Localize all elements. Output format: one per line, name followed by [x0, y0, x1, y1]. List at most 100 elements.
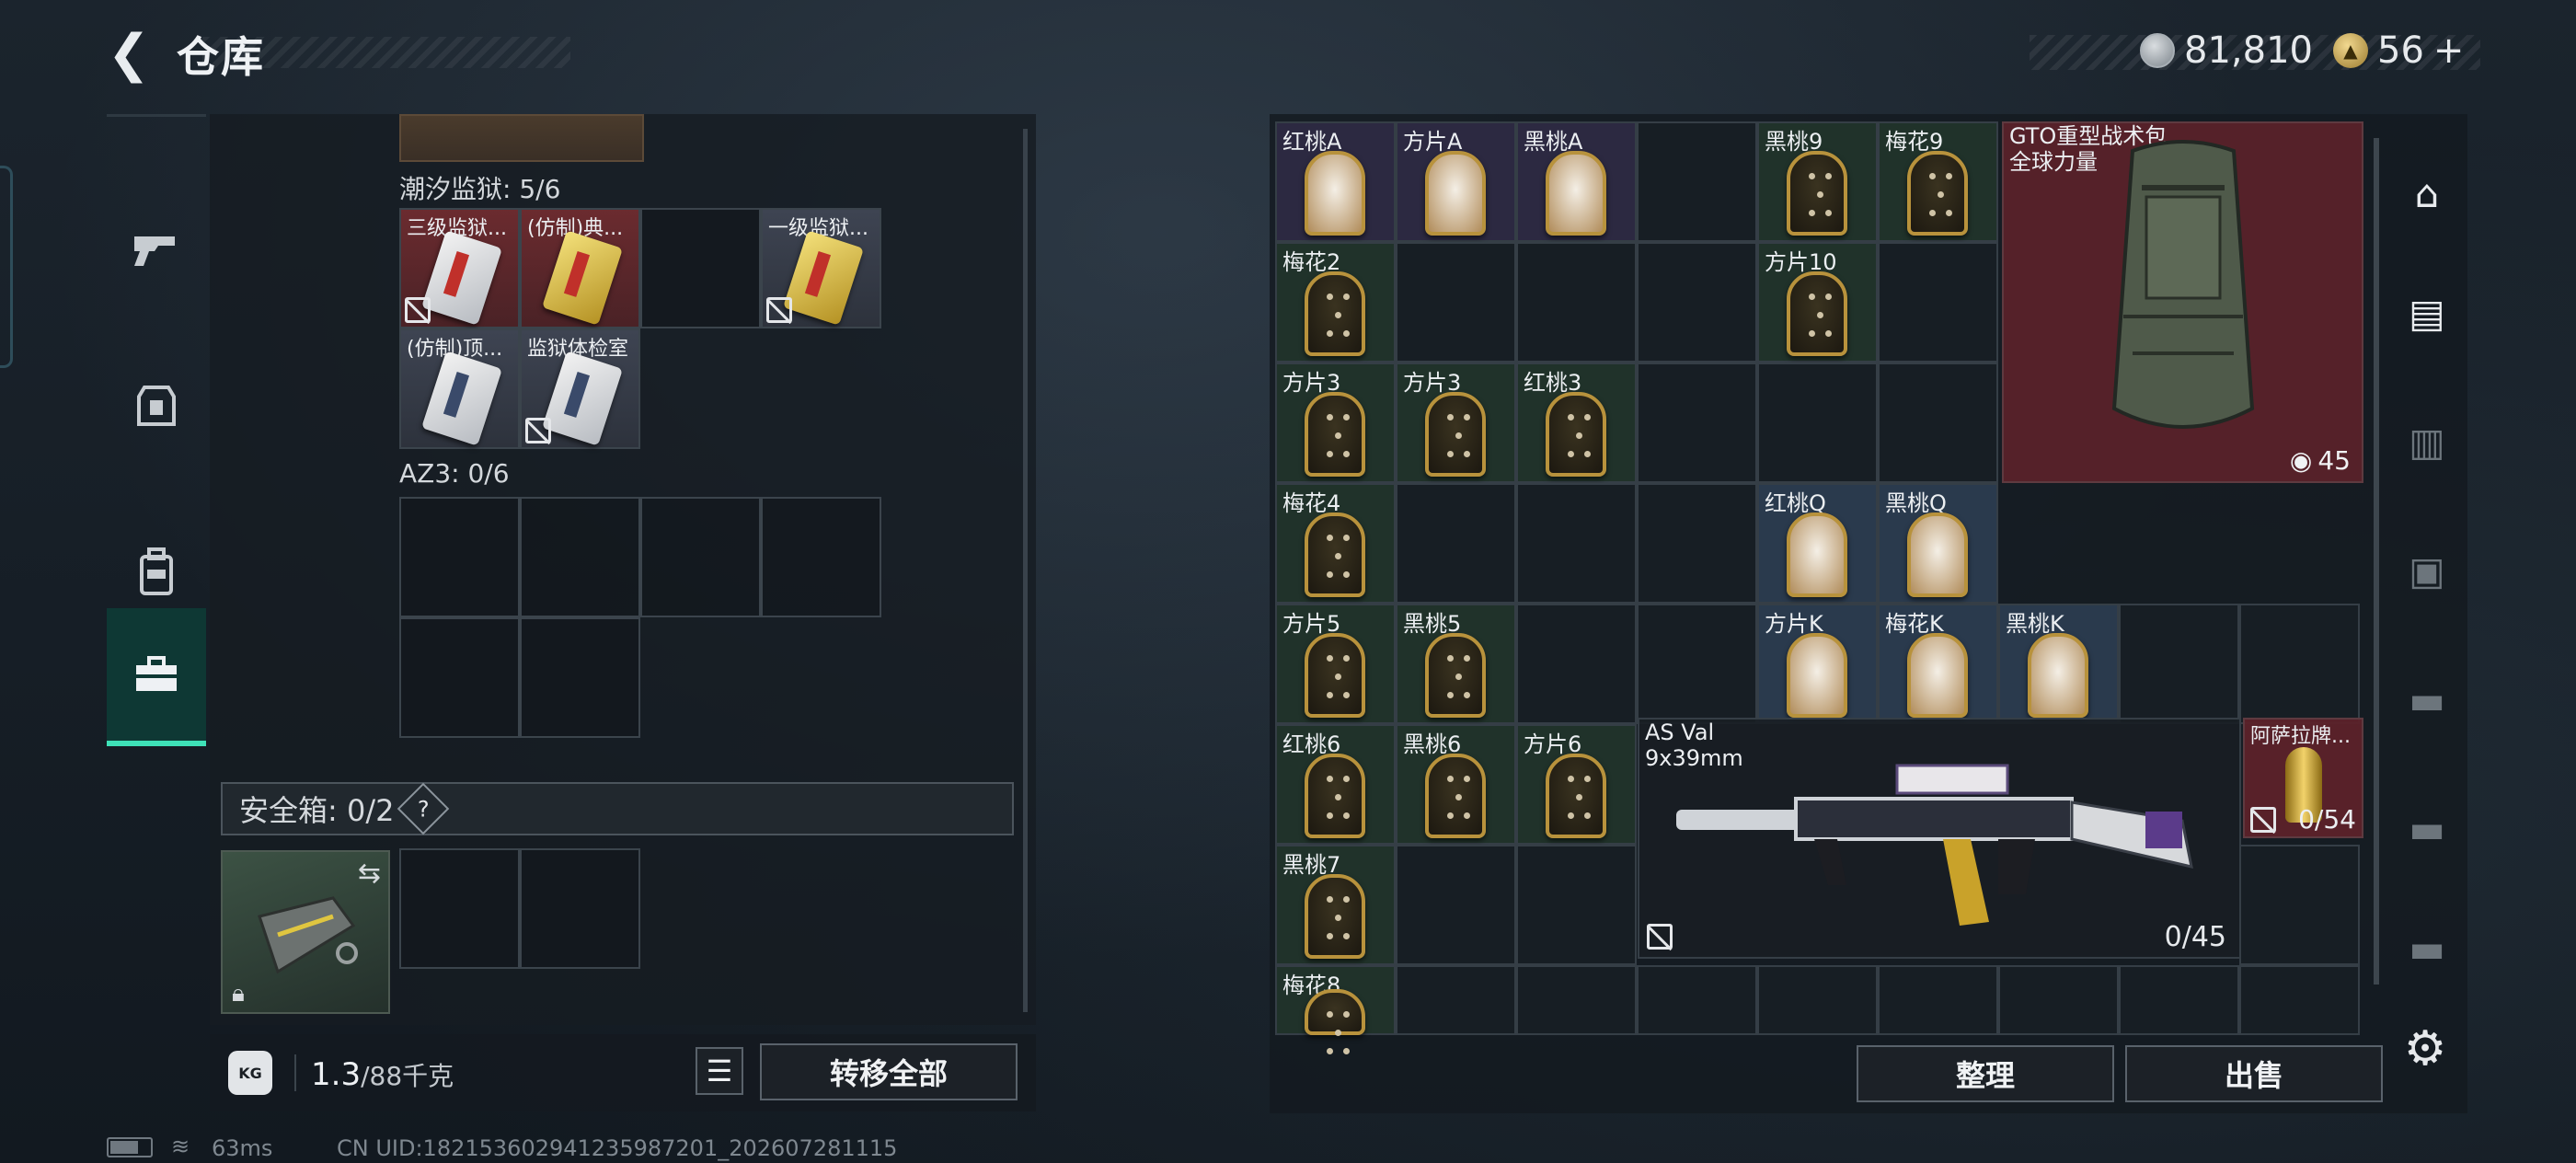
empty-slot[interactable]: [1637, 604, 1757, 724]
tarot-card-item[interactable]: 方片A: [1396, 121, 1516, 242]
empty-slot[interactable]: [1757, 965, 1878, 1035]
tarot-card-item[interactable]: 方片3: [1275, 363, 1396, 483]
tarot-card-item[interactable]: 黑桃6: [1396, 724, 1516, 845]
weight-readout: 1.3/88千克: [311, 1056, 454, 1093]
settings-icon: ⚙: [2403, 1021, 2447, 1077]
backpack-scrollbar[interactable]: [2374, 138, 2379, 985]
tarot-card-item[interactable]: 黑桃Q: [1878, 483, 1998, 604]
empty-slot[interactable]: [2119, 604, 2239, 724]
tarot-card-item[interactable]: 梅花K: [1878, 604, 1998, 724]
empty-slot[interactable]: [1396, 242, 1516, 363]
tarot-card-item[interactable]: 方片K: [1757, 604, 1878, 724]
empty-slot[interactable]: [520, 497, 640, 617]
key-item[interactable]: 三级监狱...: [399, 208, 520, 328]
add-currency-icon[interactable]: +: [2433, 29, 2465, 72]
empty-slot[interactable]: [1396, 483, 1516, 604]
tab-vest-iv[interactable]: ▤: [2383, 258, 2471, 368]
empty-slot[interactable]: [399, 497, 520, 617]
nav-storage[interactable]: [107, 608, 206, 746]
tab-rifle-iv[interactable]: ▬: [2383, 644, 2471, 754]
card-image: [1305, 633, 1365, 718]
stash-footer: KG 1.3/88千克 ☰ 转移全部: [210, 1034, 1036, 1111]
key-item[interactable]: 监狱体检室: [520, 328, 640, 449]
sell-button[interactable]: 出售: [2125, 1045, 2383, 1102]
help-button[interactable]: ?: [397, 782, 450, 835]
stash-scrollbar[interactable]: [1023, 129, 1028, 1012]
empty-slot[interactable]: [1516, 483, 1637, 604]
swap-icon[interactable]: ⇆: [358, 858, 381, 890]
tarot-card-item[interactable]: 方片10: [1757, 242, 1878, 363]
tarot-card-item[interactable]: 方片3: [1396, 363, 1516, 483]
tab-rifle-iv-3[interactable]: ▬: [2383, 892, 2471, 1003]
tab-armor-iv[interactable]: ▥: [2383, 386, 2471, 497]
empty-slot[interactable]: [1396, 965, 1516, 1035]
empty-slot[interactable]: [1878, 363, 1998, 483]
tarot-card-item[interactable]: 红桃6: [1275, 724, 1396, 845]
tarot-card-item[interactable]: 方片6: [1516, 724, 1637, 845]
tarot-card-item[interactable]: 黑桃A: [1516, 121, 1637, 242]
side-handle[interactable]: [0, 166, 13, 368]
key-item[interactable]: 一级监狱...: [761, 208, 881, 328]
key-item[interactable]: (仿制)顶...: [399, 328, 520, 449]
empty-slot[interactable]: [1998, 965, 2119, 1035]
empty-slot[interactable]: [1757, 363, 1878, 483]
item-asala-ammo[interactable]: 阿萨拉牌... 0/54: [2243, 718, 2363, 838]
item-as-val[interactable]: AS Val 9x39mm 0/45: [1638, 718, 2241, 959]
tab-armor-iii[interactable]: ▣: [2383, 515, 2471, 626]
tarot-card-item[interactable]: 黑桃5: [1396, 604, 1516, 724]
empty-slot[interactable]: [1637, 483, 1757, 604]
empty-slot[interactable]: [399, 848, 520, 969]
empty-slot[interactable]: [1396, 845, 1516, 965]
key-item[interactable]: (仿制)典...: [520, 208, 640, 328]
item-gto-heavy-tactical-bag[interactable]: GTO重型战术包 全球力量 ◉ 45: [2002, 121, 2363, 483]
tarot-card-item[interactable]: 梅花2: [1275, 242, 1396, 363]
keycard-image: [541, 351, 624, 446]
empty-slot[interactable]: [1516, 242, 1637, 363]
empty-slot[interactable]: [761, 497, 881, 617]
empty-slot[interactable]: [1878, 965, 1998, 1035]
empty-slot[interactable]: [1516, 604, 1637, 724]
empty-slot[interactable]: [520, 617, 640, 738]
partial-item-row[interactable]: [399, 114, 644, 162]
empty-slot[interactable]: [1637, 363, 1757, 483]
back-button[interactable]: ❮: [101, 24, 156, 84]
currency-gold[interactable]: ▲ 56 +: [2333, 29, 2464, 72]
empty-slot[interactable]: [640, 497, 761, 617]
nav-weapons[interactable]: [107, 181, 206, 319]
settings-button[interactable]: ⚙: [2398, 1021, 2453, 1077]
tab-rifle-iv-2[interactable]: ▬: [2383, 773, 2471, 883]
tab-helmet[interactable]: ⌂: [2383, 138, 2471, 248]
empty-slot[interactable]: [1637, 242, 1757, 363]
empty-slot[interactable]: [2239, 845, 2360, 965]
empty-slot[interactable]: [2119, 965, 2239, 1035]
empty-slot[interactable]: [1516, 965, 1637, 1035]
safe-box-container[interactable]: ⇆ 🔒︎: [221, 850, 390, 1014]
tarot-card-item[interactable]: 方片5: [1275, 604, 1396, 724]
tarot-card-item[interactable]: 红桃A: [1275, 121, 1396, 242]
tarot-card-item[interactable]: 黑桃7: [1275, 845, 1396, 965]
tarot-card-item[interactable]: 红桃Q: [1757, 483, 1878, 604]
unbound-icon: [766, 297, 792, 323]
empty-slot[interactable]: [1637, 965, 1757, 1035]
wifi-icon: ≋: [171, 1134, 190, 1159]
tarot-card-item[interactable]: 梅花9: [1878, 121, 1998, 242]
section-label-tidal-prison: 潮汐监狱: 5/6: [399, 174, 561, 204]
tarot-card-item[interactable]: 梅花4: [1275, 483, 1396, 604]
empty-slot[interactable]: [640, 208, 761, 328]
tarot-card-item[interactable]: 黑桃K: [1998, 604, 2119, 724]
empty-slot[interactable]: [2239, 965, 2360, 1035]
empty-slot[interactable]: [1878, 242, 1998, 363]
empty-slot[interactable]: [1637, 121, 1757, 242]
tarot-card-item[interactable]: 黑桃9: [1757, 121, 1878, 242]
empty-slot[interactable]: [2239, 604, 2360, 724]
tarot-card-item[interactable]: 梅花8: [1275, 965, 1396, 1054]
transfer-all-button[interactable]: 转移全部: [760, 1043, 1018, 1100]
tarot-card-item[interactable]: 红桃3: [1516, 363, 1637, 483]
empty-slot[interactable]: [399, 617, 520, 738]
empty-slot[interactable]: [1516, 845, 1637, 965]
empty-slot[interactable]: [520, 848, 640, 969]
organize-button[interactable]: 整理: [1857, 1045, 2114, 1102]
list-view-button[interactable]: ☰: [696, 1047, 743, 1095]
nav-armor[interactable]: [107, 338, 206, 476]
currency-gold-value: 56: [2377, 29, 2424, 72]
